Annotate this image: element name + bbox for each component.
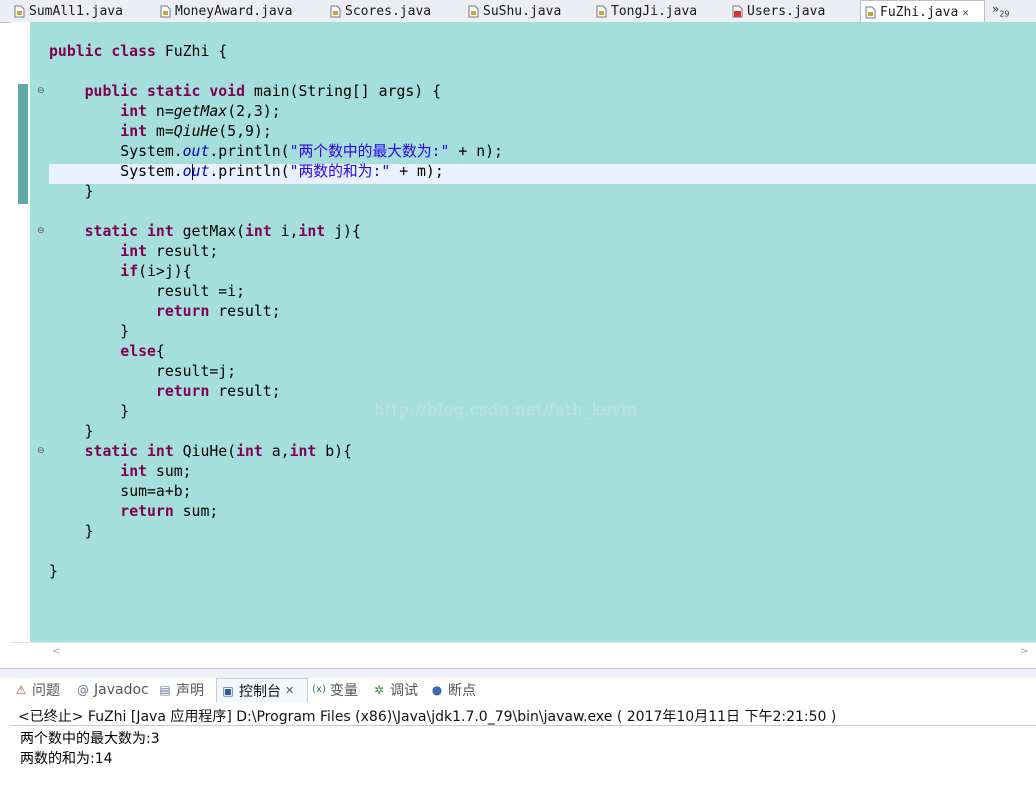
tab-fuzhi[interactable]: FuZhi.java ✕: [860, 0, 985, 23]
console-status-line: <已终止> FuZhi [Java 应用程序] D:\Program Files…: [18, 709, 837, 725]
code-line: }: [84, 523, 94, 540]
code-line: System.out.println("两个数中的最大数为:" + n);: [120, 143, 503, 160]
javadoc-icon: @: [77, 683, 89, 697]
breakpoints-icon: ●: [431, 683, 443, 697]
variables-icon: (x): [312, 684, 326, 695]
code-line: ​: [49, 202, 503, 222]
close-icon[interactable]: ✕: [962, 6, 969, 19]
java-file-icon: [330, 5, 341, 18]
code-line-current: System.out.println("两数的和为:" + m);: [120, 163, 444, 180]
java-file-icon: [160, 5, 171, 18]
editor-tab-bar: SumAll1.java MoneyAward.java Scores.java…: [0, 0, 1036, 23]
code-line: else{: [120, 343, 165, 360]
code-line: int sum;: [120, 463, 192, 480]
range-indicator: [18, 84, 28, 204]
tab-problems[interactable]: ⚠ 问题: [14, 678, 60, 702]
code-line: int n=getMax(2,3);: [120, 103, 281, 120]
code-line: if(i>j){: [120, 263, 192, 280]
tab-label: TongJi.java: [611, 3, 698, 19]
scroll-left-icon[interactable]: <: [52, 646, 60, 657]
tab-users[interactable]: Users.java: [732, 0, 825, 22]
tab-debug[interactable]: ✲ 调试: [372, 678, 418, 702]
code-line: result =i;: [155, 283, 245, 300]
code-line: }: [84, 183, 94, 200]
console-output-line[interactable]: 两数的和为:14: [20, 748, 113, 768]
code-line: result=j;: [155, 363, 237, 380]
code-line: ​: [49, 62, 503, 82]
console-output-line[interactable]: 两个数中的最大数为:3: [20, 728, 160, 748]
fold-icon[interactable]: ⊖: [37, 87, 46, 96]
tab-label: FuZhi.java: [880, 4, 959, 20]
bottom-panel-tabs: ⚠ 问题 @ Javadoc ▤ 声明 ▣ 控制台 ✕ (x) 变量 ✲ 调试 ● 断点: [0, 678, 1036, 704]
code-line: int result;: [120, 243, 219, 260]
tab-console[interactable]: ▣ 控制台 ✕: [216, 678, 308, 702]
horizontal-scrollbar[interactable]: < >: [10, 642, 1036, 661]
code-line: }: [120, 323, 130, 340]
code-line: sum=a+b;: [120, 483, 192, 500]
fold-icon[interactable]: ⊖: [37, 227, 46, 236]
problems-icon: ⚠: [15, 683, 27, 697]
tab-tongji[interactable]: TongJi.java: [596, 0, 697, 22]
tab-scores[interactable]: Scores.java: [330, 0, 431, 22]
java-file-error-icon: [732, 5, 743, 18]
code-line: ​: [49, 542, 503, 562]
tab-sushu[interactable]: SuShu.java: [468, 0, 561, 22]
code-line: public class FuZhi {: [49, 43, 228, 60]
tab-label: Scores.java: [345, 3, 432, 19]
tab-label: SuShu.java: [483, 3, 562, 19]
code-line: public static void main(String[] args) {: [84, 83, 441, 100]
code-line: return result;: [155, 303, 281, 320]
code-line: }: [84, 423, 94, 440]
tab-label: MoneyAward.java: [175, 3, 293, 19]
java-file-icon: [14, 5, 25, 18]
watermark-text: http://blog.csdn.net/fath_kevin: [374, 400, 638, 419]
tab-breakpoints[interactable]: ● 断点: [430, 678, 476, 702]
console-icon: ▣: [222, 683, 234, 698]
code-line: static int getMax(int i,int j){: [84, 223, 361, 240]
code-line: }: [49, 563, 58, 580]
declaration-icon: ▤: [159, 683, 171, 697]
line-gutter: [30, 22, 48, 642]
tab-declaration[interactable]: ▤ 声明: [158, 678, 204, 702]
source-code[interactable]: ​public class FuZhi {​ public static voi…: [49, 22, 503, 582]
tab-moneyaward[interactable]: MoneyAward.java: [160, 0, 292, 22]
code-line: static int QiuHe(int a,int b){: [84, 443, 352, 460]
close-icon[interactable]: ✕: [285, 684, 294, 697]
debug-icon: ✲: [373, 683, 385, 697]
tab-sumall1[interactable]: SumAll1.java: [14, 0, 123, 22]
console-divider: [10, 725, 1036, 726]
java-file-icon: [468, 5, 479, 18]
code-line: ​: [49, 22, 503, 42]
tab-overflow-button[interactable]: »29: [992, 2, 1010, 18]
tab-variables[interactable]: (x) 变量: [312, 678, 358, 702]
code-line: return result;: [155, 383, 281, 400]
scroll-right-icon[interactable]: >: [1020, 646, 1028, 657]
tab-javadoc[interactable]: @ Javadoc: [76, 678, 149, 702]
tab-label: SumAll1.java: [29, 3, 123, 19]
code-line: int m=QiuHe(5,9);: [120, 123, 272, 140]
tab-label: Users.java: [747, 3, 826, 19]
java-file-icon: [596, 5, 607, 18]
fold-icon[interactable]: ⊖: [37, 447, 46, 456]
java-file-icon: [865, 6, 876, 19]
code-line: return sum;: [120, 503, 219, 520]
